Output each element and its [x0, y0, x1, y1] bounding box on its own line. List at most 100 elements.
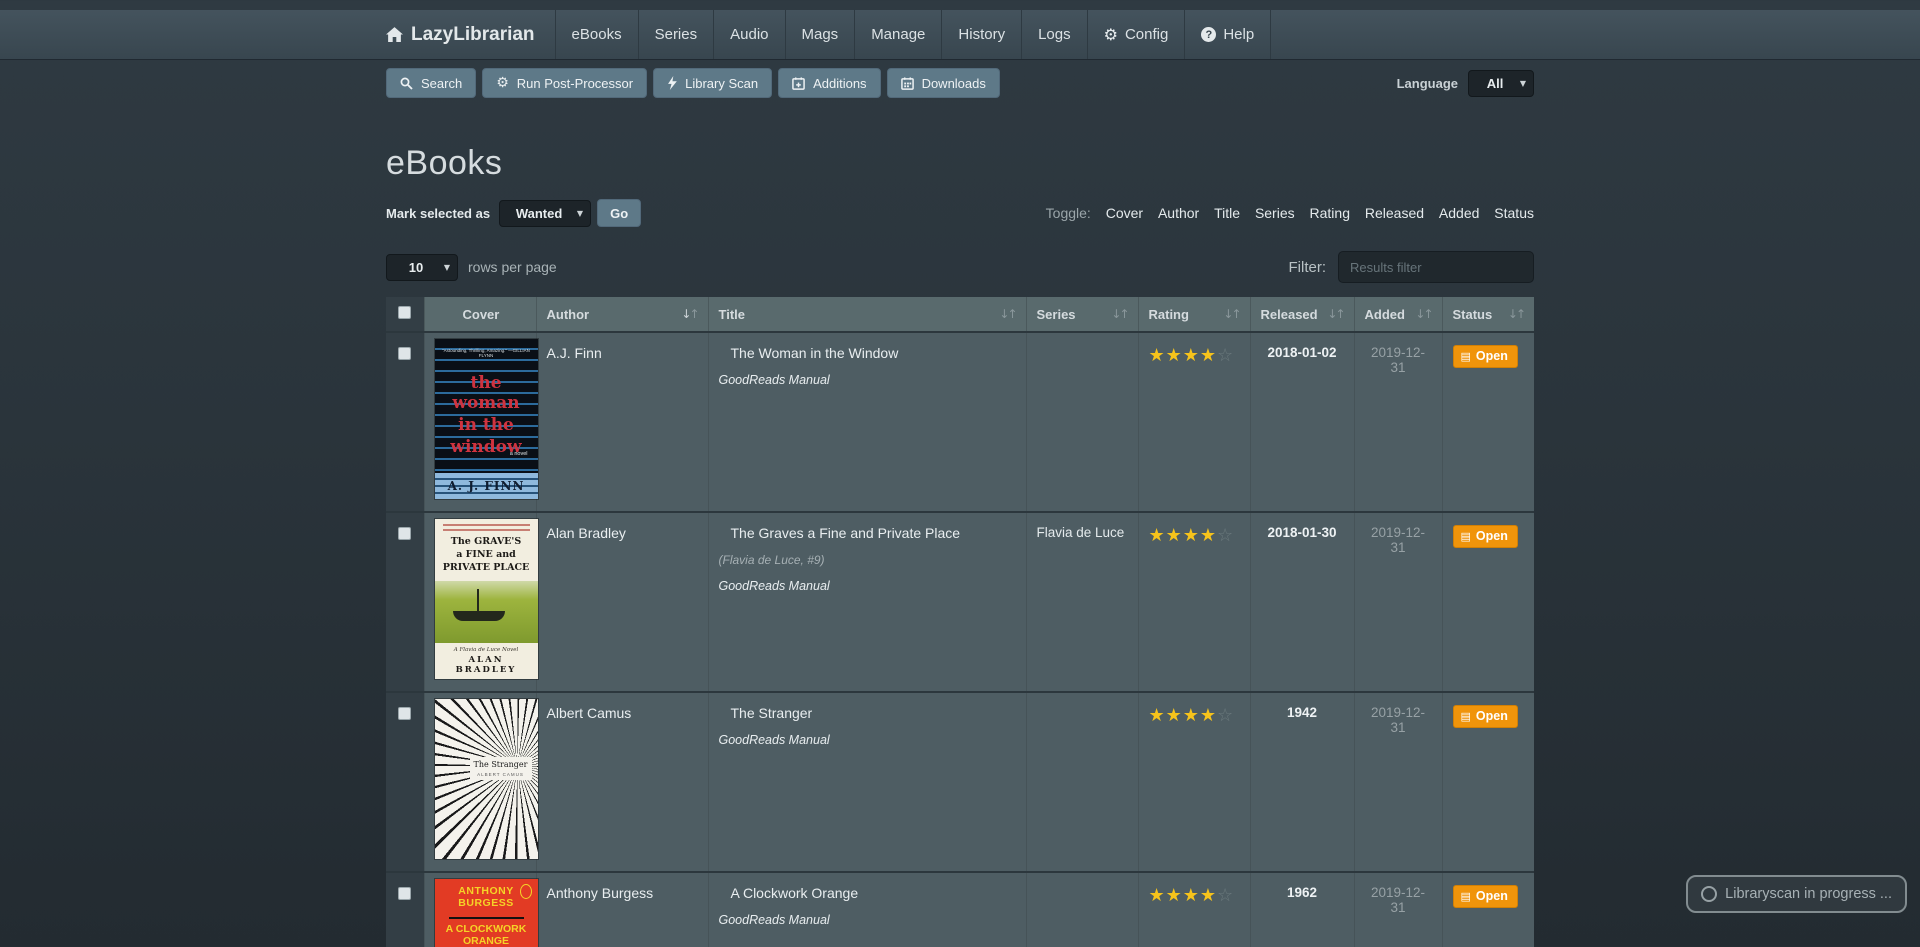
- home-icon: [386, 27, 403, 42]
- select-all-checkbox[interactable]: [398, 306, 411, 319]
- downloads-button[interactable]: Downloads: [887, 68, 1000, 98]
- book-icon: ▤: [1461, 710, 1471, 723]
- nav-item-history[interactable]: History: [941, 10, 1021, 59]
- toggle-rating[interactable]: Rating: [1310, 205, 1350, 221]
- toggle-author[interactable]: Author: [1158, 205, 1199, 221]
- table-row: “Astounding, Thrilling, Amazing.” —GILLI…: [386, 332, 1534, 512]
- search-icon: [400, 77, 413, 90]
- nav-item-config[interactable]: ⚙ Config: [1087, 10, 1185, 59]
- open-status-button[interactable]: ▤Open: [1453, 885, 1518, 908]
- sort-icon: ↓↑: [999, 307, 1015, 321]
- header-released[interactable]: ↓↑Released: [1250, 297, 1354, 332]
- nav-item-help[interactable]: ? Help: [1184, 10, 1271, 59]
- book-source: GoodReads Manual: [719, 733, 1016, 747]
- status-cell: ▤Open: [1442, 512, 1534, 692]
- book-icon: ▤: [1461, 350, 1471, 363]
- table-row: The GRAVE'S a FINE and PRIVATE PLACE A F…: [386, 512, 1534, 692]
- libraryscan-toast: Libraryscan in progress ...: [1686, 875, 1907, 913]
- open-status-button[interactable]: ▤Open: [1453, 705, 1518, 728]
- mark-selected-select[interactable]: Wanted: [499, 200, 591, 227]
- header-added[interactable]: ↓↑Added: [1354, 297, 1442, 332]
- library-scan-button[interactable]: Library Scan: [653, 68, 772, 98]
- filter-input[interactable]: [1338, 251, 1534, 283]
- book-source: GoodReads Manual: [719, 579, 1016, 593]
- header-cover: Cover: [424, 297, 536, 332]
- book-cover[interactable]: The GRAVE'S a FINE and PRIVATE PLACE A F…: [435, 519, 538, 679]
- sort-icon: ↓↑: [681, 307, 697, 321]
- column-toggle: Toggle: Cover Author Title Series Rating…: [1046, 205, 1534, 221]
- rating-cell: ★★★★☆: [1138, 332, 1250, 512]
- author-cell: Alan Bradley: [536, 512, 708, 692]
- status-cell: ▤Open: [1442, 332, 1534, 512]
- header-author[interactable]: ↓↑Author: [536, 297, 708, 332]
- header-rating[interactable]: ↓↑Rating: [1138, 297, 1250, 332]
- nav-item-mags[interactable]: Mags: [785, 10, 855, 59]
- row-checkbox[interactable]: [398, 887, 411, 900]
- toggle-released[interactable]: Released: [1365, 205, 1424, 221]
- row-checkbox[interactable]: [398, 347, 411, 360]
- author-cell: Albert Camus: [536, 692, 708, 872]
- nav-item-audio[interactable]: Audio: [713, 10, 784, 59]
- added-cell: 2019-12-31: [1354, 692, 1442, 872]
- select-all-checkbox-cell: [386, 297, 424, 332]
- nav-item-logs[interactable]: Logs: [1021, 10, 1087, 59]
- additions-button[interactable]: Additions: [778, 68, 880, 98]
- open-status-button[interactable]: ▤Open: [1453, 345, 1518, 368]
- book-source: GoodReads Manual: [719, 373, 1016, 387]
- rating-cell: ★★★★☆: [1138, 512, 1250, 692]
- header-title[interactable]: ↓↑Title: [708, 297, 1026, 332]
- sort-icon: ↓↑: [1223, 307, 1239, 321]
- language-select[interactable]: All: [1468, 70, 1534, 97]
- sort-icon: ↓↑: [1111, 307, 1127, 321]
- toggle-title[interactable]: Title: [1214, 205, 1240, 221]
- nav-item-ebooks[interactable]: eBooks: [555, 10, 638, 59]
- toast-message: Libraryscan in progress ...: [1725, 886, 1892, 902]
- run-post-processor-button[interactable]: ⚙ Run Post-Processor: [482, 68, 647, 98]
- spinner-icon: [1701, 886, 1717, 902]
- filter-label: Filter:: [1289, 259, 1327, 276]
- brand[interactable]: LazyLibrarian: [386, 10, 555, 59]
- go-button[interactable]: Go: [597, 199, 641, 227]
- series-link[interactable]: Flavia de Luce: [1037, 525, 1125, 540]
- calendar-icon: [901, 77, 914, 90]
- book-cover[interactable]: The Stranger ALBERT CAMUS: [435, 699, 538, 859]
- page-title: eBooks: [386, 144, 1534, 183]
- book-title-link[interactable]: The Stranger: [731, 705, 1016, 721]
- nav-item-manage[interactable]: Manage: [854, 10, 941, 59]
- book-title-link[interactable]: The Graves a Fine and Private Place: [731, 525, 1016, 541]
- rows-per-page-select[interactable]: 10: [386, 254, 458, 281]
- book-cover[interactable]: ANTHONY BURGESS A CLOCKWORK ORANGE: [435, 879, 538, 947]
- brand-label: LazyLibrarian: [411, 24, 535, 46]
- series-note: (Flavia de Luce, #9): [719, 553, 1016, 567]
- rating-stars: ★★★★☆: [1149, 525, 1235, 546]
- language-label: Language: [1397, 76, 1458, 91]
- toggle-status[interactable]: Status: [1494, 205, 1534, 221]
- status-cell: ▤Open: [1442, 872, 1534, 947]
- series-cell: [1026, 872, 1138, 947]
- released-cell: 2018-01-02: [1250, 332, 1354, 512]
- header-series[interactable]: ↓↑Series: [1026, 297, 1138, 332]
- question-icon: ?: [1201, 27, 1216, 42]
- toggle-series[interactable]: Series: [1255, 205, 1295, 221]
- author-cell: A.J. Finn: [536, 332, 708, 512]
- title-cell: The Stranger GoodReads Manual: [708, 692, 1026, 872]
- title-cell: The Graves a Fine and Private Place (Fla…: [708, 512, 1026, 692]
- row-checkbox[interactable]: [398, 707, 411, 720]
- mark-selected-label: Mark selected as: [386, 206, 490, 221]
- nav-item-series[interactable]: Series: [638, 10, 714, 59]
- search-button[interactable]: Search: [386, 68, 476, 98]
- title-cell: A Clockwork Orange GoodReads Manual: [708, 872, 1026, 947]
- status-cell: ▤Open: [1442, 692, 1534, 872]
- open-status-button[interactable]: ▤Open: [1453, 525, 1518, 548]
- book-title-link[interactable]: The Woman in the Window: [731, 345, 1016, 361]
- toggle-added[interactable]: Added: [1439, 205, 1479, 221]
- ebooks-table: Cover ↓↑Author ↓↑Title ↓↑Series ↓↑Rating…: [386, 297, 1534, 947]
- book-cover[interactable]: “Astounding, Thrilling, Amazing.” —GILLI…: [435, 339, 538, 499]
- book-title-link[interactable]: A Clockwork Orange: [731, 885, 1016, 901]
- table-row: The Stranger ALBERT CAMUS Albert Camus T…: [386, 692, 1534, 872]
- cogs-icon: ⚙: [496, 75, 509, 91]
- action-toolbar: Search ⚙ Run Post-Processor Library Scan…: [386, 68, 1534, 98]
- header-status[interactable]: ↓↑Status: [1442, 297, 1534, 332]
- toggle-cover[interactable]: Cover: [1106, 205, 1143, 221]
- row-checkbox[interactable]: [398, 527, 411, 540]
